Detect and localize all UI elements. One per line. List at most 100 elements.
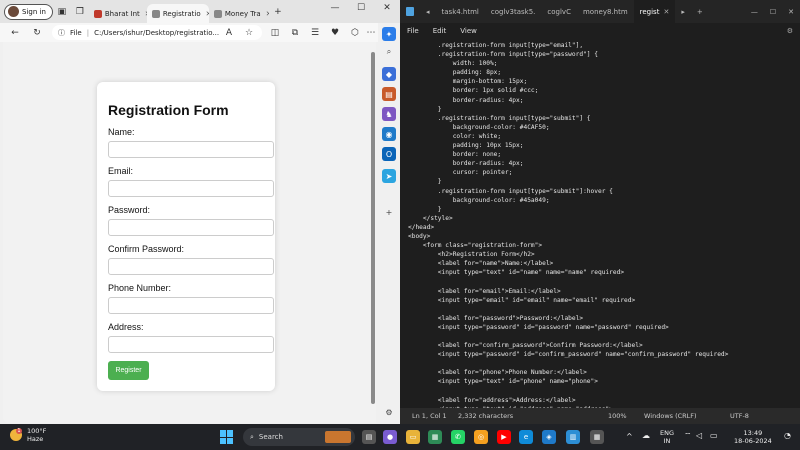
favorites-icon[interactable]: ☰ (306, 24, 324, 42)
scrollbar-thumb[interactable] (371, 52, 375, 404)
code-line: } (408, 105, 442, 113)
browser-window: Sign in ▣ ❐ Bharat Int ✕ Registratio ✕ M… (0, 0, 400, 424)
battery-icon[interactable]: ▭ (710, 432, 718, 440)
wifi-icon[interactable]: ⌔ (684, 432, 692, 440)
chevron-up-icon[interactable]: ^ (626, 433, 633, 441)
whatsapp-icon[interactable]: ✆ (451, 430, 465, 444)
copilot-icon[interactable]: ✦ (382, 27, 396, 41)
address-input[interactable] (108, 336, 274, 353)
extensions-icon[interactable]: ⧉ (286, 24, 304, 42)
notification-icon[interactable]: ◔ (784, 432, 791, 440)
outlook-icon[interactable]: O (382, 147, 396, 161)
editor-tab[interactable]: coglv3task5. (485, 0, 542, 23)
code-line: color: white; (408, 132, 502, 140)
minimize-button[interactable]: — (326, 3, 344, 13)
menu-file[interactable]: File (400, 27, 426, 35)
code-line: padding: 10px 15px; (408, 142, 524, 150)
maximize-button[interactable]: ☐ (764, 0, 782, 23)
start-button[interactable] (220, 430, 234, 444)
favicon-icon (93, 9, 102, 18)
clock-time: 13:49 (743, 429, 763, 437)
close-window-button[interactable]: ✕ (782, 0, 800, 23)
text-editor-window: ◂ task4.html coglv3task5. coglvC money8.… (400, 0, 800, 424)
tools-icon[interactable]: ▤ (382, 87, 396, 101)
collections-icon[interactable]: ♥ (326, 24, 344, 42)
code-line: <input type="password" id="password" nam… (408, 323, 669, 331)
file-explorer-icon[interactable]: ▭ (406, 430, 420, 444)
settings-icon[interactable]: ⚙ (780, 27, 800, 35)
code-area[interactable]: .registration-form input[type="email"], … (408, 41, 792, 408)
file-icon (151, 9, 160, 18)
line-ending[interactable]: Windows (CRLF) (644, 412, 697, 420)
encoding[interactable]: UTF-8 (730, 412, 749, 420)
editor-tab-active[interactable]: regist ✕ (633, 0, 676, 23)
add-icon[interactable]: + (382, 205, 396, 219)
editor-tab[interactable]: coglvC (541, 0, 577, 23)
code-line: } (408, 178, 442, 186)
calculator-icon[interactable]: ▦ (590, 430, 604, 444)
email-label: Email: (108, 166, 134, 176)
cloud-icon[interactable]: ☁ (642, 432, 650, 440)
info-icon: ⓘ (58, 28, 65, 37)
volume-icon[interactable]: ◁ (696, 432, 702, 440)
back-icon[interactable]: ← (6, 24, 24, 42)
split-screen-icon[interactable]: ◫ (266, 24, 284, 42)
minimize-button[interactable]: — (745, 0, 764, 23)
settings-icon[interactable]: ⚙ (382, 405, 396, 419)
email-input[interactable] (108, 180, 274, 197)
tab-label: coglv3task5. (490, 7, 536, 16)
app-icon[interactable]: ◈ (542, 430, 556, 444)
maximize-button[interactable]: ☐ (352, 3, 370, 13)
password-input[interactable] (108, 219, 274, 236)
scroll-right-icon[interactable]: ▸ (675, 0, 691, 23)
code-line: <label for="email">Email:</label> (408, 287, 561, 295)
scroll-left-icon[interactable]: ◂ (420, 0, 436, 23)
sign-in-button[interactable]: Sign in (4, 3, 53, 20)
form-title: Registration Form (108, 102, 229, 118)
editor-menu-bar: File Edit View ⚙ (400, 23, 800, 39)
new-tab-button[interactable]: + (691, 0, 709, 23)
favorite-star-icon[interactable]: ☆ (240, 24, 258, 42)
new-tab-button[interactable]: + (269, 3, 287, 21)
tab-bharat[interactable]: Bharat Int ✕ (89, 4, 147, 23)
name-input[interactable] (108, 141, 274, 158)
menu-edit[interactable]: Edit (426, 27, 454, 35)
m365-icon[interactable]: ◉ (382, 127, 396, 141)
file-icon (213, 9, 222, 18)
notepad-app-icon[interactable]: ▥ (566, 430, 580, 444)
taskbar-search[interactable]: ⌕ Search (243, 428, 355, 446)
tab-label: regist (639, 7, 660, 16)
read-aloud-icon[interactable]: A (220, 24, 238, 42)
zoom-level[interactable]: 100% (608, 412, 627, 420)
weather-temp: 100°F (27, 427, 47, 435)
tab-label: task4.html (441, 7, 479, 16)
chrome-icon[interactable]: ◎ (474, 430, 488, 444)
edge-icon[interactable]: e (519, 430, 533, 444)
close-icon[interactable]: ✕ (663, 8, 669, 16)
editor-tab[interactable]: task4.html (436, 0, 485, 23)
phone-input[interactable] (108, 297, 274, 314)
youtube-icon[interactable]: ▶ (497, 430, 511, 444)
tab-registration[interactable]: Registratio ✕ (146, 4, 209, 23)
menu-view[interactable]: View (453, 27, 484, 35)
tab-actions-icon[interactable]: ❐ (71, 3, 89, 21)
refresh-icon[interactable]: ↻ (28, 24, 46, 42)
tab-money[interactable]: Money Tra ✕ (209, 4, 269, 23)
register-button[interactable]: Register (108, 361, 149, 380)
close-window-button[interactable]: ✕ (378, 3, 396, 13)
confirm-password-input[interactable] (108, 258, 274, 275)
tag-icon[interactable]: ◆ (382, 67, 396, 81)
store-icon[interactable]: ▦ (428, 430, 442, 444)
clock[interactable]: 13:49 18-06-2024 (734, 429, 772, 445)
code-line: <label for="name">Name:</label> (408, 260, 554, 268)
workspaces-icon[interactable]: ▣ (53, 3, 71, 21)
editor-tab[interactable]: money8.htm (577, 0, 634, 23)
task-view-icon[interactable]: ▤ (362, 430, 376, 444)
search-icon[interactable]: ⌕ (382, 45, 396, 59)
language-indicator[interactable]: ENG IN (660, 429, 674, 445)
copilot-app-icon[interactable]: ● (383, 430, 397, 444)
code-line: </style> (408, 214, 453, 222)
send-icon[interactable]: ➤ (382, 169, 396, 183)
games-icon[interactable]: ♞ (382, 107, 396, 121)
